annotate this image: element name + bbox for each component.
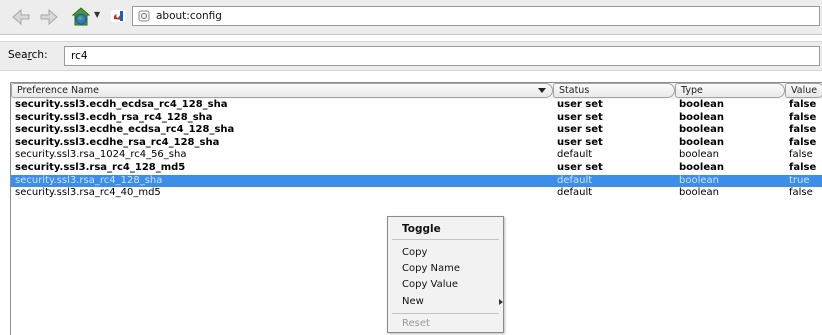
column-header-value[interactable]: Value xyxy=(785,83,822,98)
cell-type: boolean xyxy=(679,124,724,136)
url-text: about:config xyxy=(156,10,222,22)
cell-status: default xyxy=(557,174,593,186)
cell-value: false xyxy=(789,161,817,173)
table-header: Preference Name Status Type Value xyxy=(11,83,822,99)
cell-status: user set xyxy=(557,124,603,136)
cell-value: false xyxy=(789,111,817,123)
menu-item-reset: Reset xyxy=(402,318,430,329)
column-header-status[interactable]: Status xyxy=(553,83,675,98)
home-button[interactable] xyxy=(68,7,94,27)
cell-type: boolean xyxy=(679,136,724,148)
table-row[interactable]: security.ssl3.ecdh_ecdsa_rc4_128_sha use… xyxy=(11,99,822,112)
table-row[interactable]: security.ssl3.ecdhe_rsa_rc4_128_sha user… xyxy=(11,137,822,150)
cell-preference-name: security.ssl3.rsa_1024_rc4_56_sha xyxy=(15,149,187,161)
table-body: security.ssl3.ecdh_ecdsa_rc4_128_sha use… xyxy=(11,99,822,200)
context-menu: Toggle Copy Copy Name Copy Value New Res… xyxy=(387,216,504,333)
column-header-type[interactable]: Type xyxy=(675,83,785,98)
cell-type: boolean xyxy=(679,149,719,161)
menu-item-new[interactable]: New xyxy=(402,296,424,307)
cell-type: boolean xyxy=(679,161,724,173)
cell-status: user set xyxy=(557,161,603,173)
cell-value: false xyxy=(789,136,817,148)
cell-status: user set xyxy=(557,136,603,148)
home-dropdown-icon[interactable]: ▼ xyxy=(94,10,100,19)
cell-type: boolean xyxy=(679,111,724,123)
search-row: Search: xyxy=(0,41,822,71)
cell-value: false xyxy=(789,187,813,199)
bookmark-logo-icon[interactable] xyxy=(110,8,126,24)
cell-preference-name: security.ssl3.ecdh_rsa_rc4_128_sha xyxy=(15,111,213,123)
column-header-preference-name[interactable]: Preference Name xyxy=(11,83,553,98)
cell-value: false xyxy=(789,99,817,110)
menu-item-copy-value[interactable]: Copy Value xyxy=(402,279,458,290)
cell-status: default xyxy=(557,149,593,161)
menu-item-toggle[interactable]: Toggle xyxy=(402,223,441,235)
cell-preference-name: security.ssl3.ecdh_ecdsa_rc4_128_sha xyxy=(15,99,228,110)
submenu-arrow-icon xyxy=(499,299,503,305)
search-label: Search: xyxy=(8,49,48,61)
cell-status: default xyxy=(557,187,593,199)
cell-status: user set xyxy=(557,111,603,123)
table-row[interactable]: security.ssl3.rsa_1024_rc4_56_sha defaul… xyxy=(11,149,822,162)
menu-separator xyxy=(392,313,499,314)
cell-value: false xyxy=(789,124,817,136)
forward-arrow-icon xyxy=(40,9,58,25)
navigation-toolbar: ▼ about:config xyxy=(0,0,822,35)
table-row[interactable]: security.ssl3.ecdhe_ecdsa_rc4_128_sha us… xyxy=(11,124,822,137)
cell-type: boolean xyxy=(679,187,719,199)
search-input[interactable] xyxy=(64,46,820,66)
menu-item-copy-name[interactable]: Copy Name xyxy=(402,263,460,274)
table-row[interactable]: security.ssl3.rsa_rc4_40_md5 default boo… xyxy=(11,187,822,200)
globe-home-icon xyxy=(71,7,91,26)
cell-status: user set xyxy=(557,99,603,110)
cell-preference-name: security.ssl3.rsa_rc4_128_md5 xyxy=(15,161,186,173)
cell-preference-name: security.ssl3.rsa_rc4_128_sha xyxy=(15,174,163,186)
sort-descending-icon xyxy=(538,88,546,93)
cell-type: boolean xyxy=(679,174,719,186)
table-row[interactable]: security.ssl3.ecdh_rsa_rc4_128_sha user … xyxy=(11,112,822,125)
cell-preference-name: security.ssl3.rsa_rc4_40_md5 xyxy=(15,187,161,199)
back-button[interactable] xyxy=(10,7,32,27)
cell-preference-name: security.ssl3.ecdhe_ecdsa_rc4_128_sha xyxy=(15,124,235,136)
forward-button[interactable] xyxy=(38,7,60,27)
menu-item-copy[interactable]: Copy xyxy=(402,247,427,258)
table-row[interactable]: security.ssl3.rsa_rc4_128_md5 user set b… xyxy=(11,162,822,175)
cell-value: false xyxy=(789,149,813,161)
cell-value: true xyxy=(789,174,810,186)
menu-separator xyxy=(392,239,499,240)
back-arrow-icon xyxy=(12,9,30,25)
url-bar[interactable]: about:config xyxy=(132,6,820,26)
page-icon xyxy=(138,10,150,22)
cell-type: boolean xyxy=(679,99,724,110)
cell-preference-name: security.ssl3.ecdhe_rsa_rc4_128_sha xyxy=(15,136,220,148)
table-row[interactable]: security.ssl3.rsa_rc4_128_sha default bo… xyxy=(11,174,822,188)
